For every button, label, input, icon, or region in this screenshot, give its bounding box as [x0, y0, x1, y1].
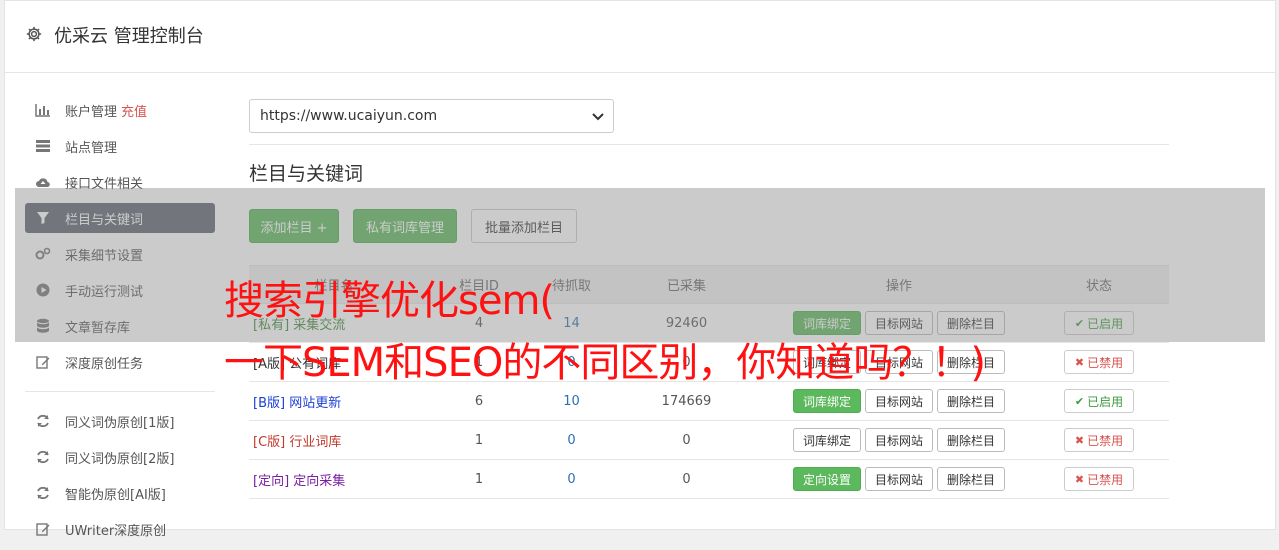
sidebar-item-label: 同义词伪原创[1版] [65, 415, 175, 431]
pending-count[interactable]: 0 [567, 433, 575, 448]
cross-icon: ✖ [1074, 472, 1085, 486]
status-label: 已启用 [1087, 394, 1124, 409]
sidebar-item-synonym-v2[interactable]: 同义词伪原创[2版] [25, 442, 215, 472]
sidebar-item-sites[interactable]: 站点管理 [25, 131, 215, 161]
bind-lib-button[interactable]: 词库绑定 [792, 389, 861, 413]
status-label: 已禁用 [1087, 433, 1124, 448]
page-title: 优采云 管理控制台 [54, 26, 204, 47]
sidebar-item-uwriter[interactable]: UWriter深度原创 [25, 514, 215, 544]
target-site-button[interactable]: 目标网站 [864, 467, 933, 491]
bind-lib-button[interactable]: 定向设置 [792, 467, 861, 491]
status-toggle[interactable]: ✔ 已启用 [1063, 389, 1135, 413]
section-title: 栏目与关键词 [249, 163, 364, 185]
target-site-button[interactable]: 目标网站 [864, 389, 933, 413]
column-name-link[interactable]: [B版] 网站更新 [253, 396, 341, 411]
header: 优采云 管理控制台 [5, 1, 1275, 73]
edit-icon [35, 354, 51, 370]
column-name-link[interactable]: [C版] 行业词库 [253, 435, 341, 450]
table-row: [C版] 行业词库 1 0 0 词库绑定 目标网站 删除栏目 ✖ 已禁用 [249, 420, 1169, 460]
cross-icon: ✖ [1074, 433, 1085, 447]
column-id: 1 [419, 420, 539, 460]
delete-column-button[interactable]: 删除栏目 [937, 389, 1006, 413]
sidebar-item-synonym-v1[interactable]: 同义词伪原创[1版] [25, 406, 215, 436]
sidebar-item-label: UWriter深度原创 [65, 523, 167, 539]
cross-icon: ✖ [1074, 355, 1085, 369]
pending-count[interactable]: 10 [563, 394, 580, 409]
sidebar-item-label: 同义词伪原创[2版] [65, 451, 175, 467]
status-label: 已禁用 [1087, 355, 1124, 370]
check-icon: ✔ [1074, 394, 1085, 408]
sidebar-item-label: 智能伪原创[AI版] [65, 487, 166, 503]
target-site-button[interactable]: 目标网站 [864, 428, 933, 452]
site-select-value: https://www.ucaiyun.com [260, 108, 438, 124]
refresh-icon [35, 485, 51, 501]
divider [249, 144, 1169, 145]
chevron-down-icon [592, 113, 604, 121]
delete-column-button[interactable]: 删除栏目 [937, 467, 1006, 491]
status-label: 已禁用 [1087, 472, 1124, 487]
overlay-subheadline: 一下SEM和SEO的不同区别，你知道吗？！) [224, 340, 986, 386]
refresh-icon [35, 413, 51, 429]
column-name-link[interactable]: [定向] 定向采集 [253, 474, 345, 489]
collected-count: 0 [604, 420, 769, 460]
sidebar-item-deep-original[interactable]: 深度原创任务 [25, 347, 215, 377]
collected-count: 0 [604, 459, 769, 499]
gear-icon [26, 26, 42, 42]
overlay-band [15, 188, 1265, 342]
status-toggle[interactable]: ✖ 已禁用 [1063, 467, 1135, 491]
server-icon [35, 138, 51, 154]
sidebar-item-label: 站点管理 [65, 140, 118, 156]
pending-count[interactable]: 0 [567, 472, 575, 487]
bar-chart-icon [35, 102, 51, 118]
site-select[interactable]: https://www.ucaiyun.com [249, 99, 614, 133]
edit-icon [35, 521, 51, 537]
recharge-link[interactable]: 充值 [121, 101, 147, 120]
sidebar-item-label: 账户管理 [65, 104, 118, 120]
delete-column-button[interactable]: 删除栏目 [937, 428, 1006, 452]
sidebar-divider [25, 391, 215, 392]
overlay-headline: 搜索引擎优化sem( [224, 278, 555, 324]
column-id: 1 [419, 459, 539, 499]
status-toggle[interactable]: ✖ 已禁用 [1063, 350, 1135, 374]
status-toggle[interactable]: ✖ 已禁用 [1063, 428, 1135, 452]
bind-lib-button[interactable]: 词库绑定 [792, 428, 861, 452]
refresh-icon [35, 449, 51, 465]
sidebar-item-account[interactable]: 账户管理 充值 [25, 95, 215, 125]
sidebar-item-ai-rewrite[interactable]: 智能伪原创[AI版] [25, 478, 215, 508]
sidebar-item-label: 深度原创任务 [65, 356, 144, 372]
table-row: [定向] 定向采集 1 0 0 定向设置 目标网站 删除栏目 ✖ 已禁用 [249, 459, 1169, 499]
